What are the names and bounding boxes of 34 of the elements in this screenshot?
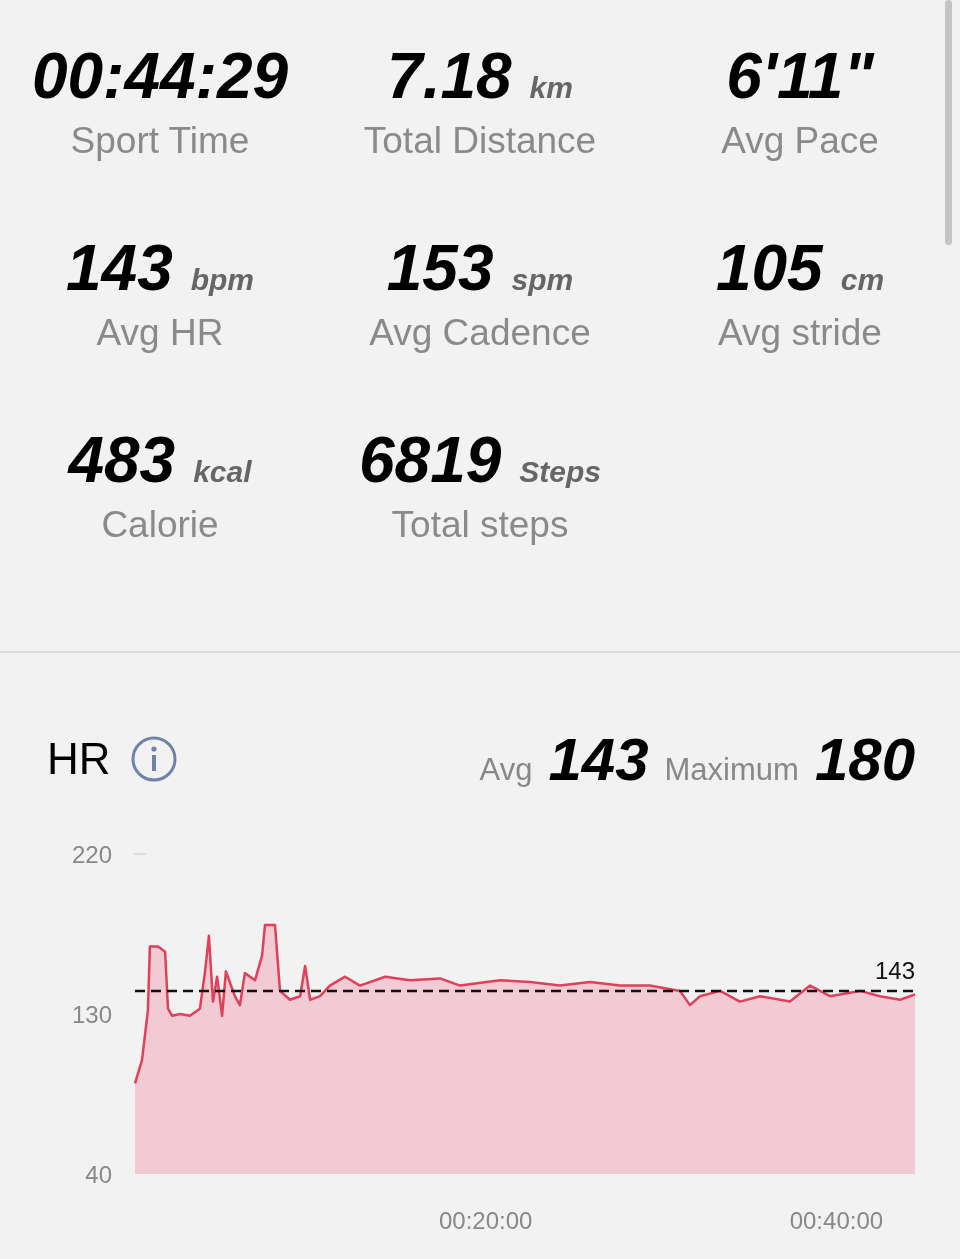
- stat-value: 00:44:29: [31, 39, 289, 114]
- stat-unit: spm: [511, 263, 574, 297]
- avg-label: Avg: [479, 751, 533, 788]
- stat-unit: km: [529, 71, 573, 105]
- info-icon[interactable]: [130, 736, 177, 782]
- axis-label: 130: [71, 1001, 112, 1028]
- stat-label: Avg HR: [96, 311, 224, 355]
- stat-unit: bpm: [190, 263, 255, 297]
- stat-unit: cm: [840, 263, 885, 297]
- stat-label: Sport Time: [70, 119, 250, 163]
- axis-label: 40: [85, 1161, 112, 1188]
- stat-value: 6'11": [726, 39, 874, 114]
- axis-label: 220: [71, 841, 112, 868]
- stat-value: 483: [68, 423, 176, 498]
- stat-label: Calorie: [101, 503, 219, 547]
- stat-label: Avg Pace: [721, 119, 879, 163]
- stat-value: 153: [386, 231, 494, 306]
- max-label: Maximum: [664, 751, 799, 788]
- avg-value: 143: [548, 724, 649, 794]
- stat-value: 7.18: [387, 39, 512, 114]
- stat-label: Avg Cadence: [369, 311, 591, 355]
- stat-label: Avg stride: [718, 311, 882, 355]
- axis-label: 00:20:00: [439, 1207, 533, 1234]
- stat-unit: kcal: [193, 455, 252, 489]
- average-label: 143: [874, 956, 915, 984]
- stat-label: Total Distance: [363, 119, 597, 163]
- stat-label: Total steps: [391, 503, 569, 547]
- axis-label: 00:40:00: [789, 1207, 884, 1234]
- stat-value: 6819: [358, 423, 502, 498]
- stat-value: 143: [65, 231, 173, 306]
- stat-value: 105: [715, 231, 823, 306]
- section-title: HR: [47, 734, 111, 784]
- stat-unit: Steps: [519, 455, 602, 489]
- max-value: 180: [814, 724, 915, 794]
